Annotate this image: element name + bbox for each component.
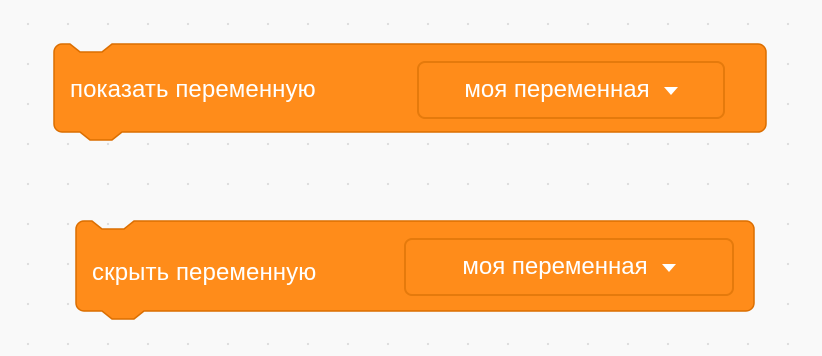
variable-dropdown[interactable]: моя переменная (417, 61, 725, 119)
show-variable-block[interactable]: показать переменную моя переменная (53, 43, 767, 150)
variable-dropdown-value: моя переменная (462, 253, 648, 280)
scripts-workspace[interactable]: показать переменную моя переменная скрыт… (0, 0, 822, 356)
hide-variable-label: скрыть переменную (92, 259, 317, 286)
chevron-down-icon (663, 87, 678, 95)
chevron-down-icon (661, 264, 676, 272)
variable-dropdown-value: моя переменная (464, 76, 650, 103)
show-variable-label: показать переменную (70, 76, 316, 103)
variable-dropdown[interactable]: моя переменная (404, 238, 734, 296)
hide-variable-block[interactable]: скрыть переменную моя переменная (75, 220, 755, 329)
